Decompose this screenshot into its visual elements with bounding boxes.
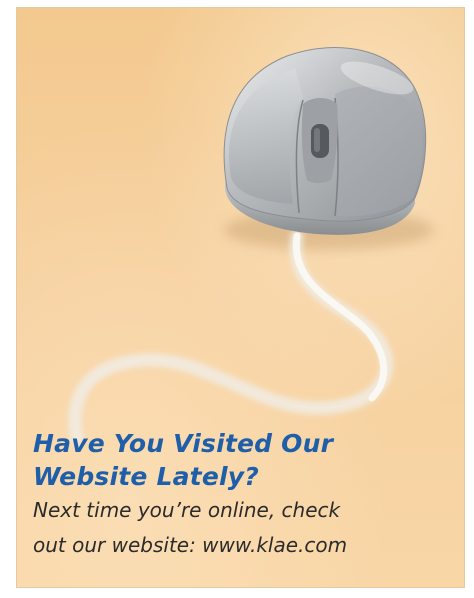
headline: Have You Visited Our Website Lately? bbox=[33, 427, 453, 493]
body-line-1: Next time you’re online, check bbox=[33, 498, 341, 522]
headline-line-2: Website Lately? bbox=[33, 462, 259, 491]
scroll-wheel-highlight bbox=[314, 128, 320, 152]
body-copy: Next time you’re online, check out our w… bbox=[33, 493, 458, 563]
mouse-right-button bbox=[335, 86, 423, 217]
body-line-2: out our website: www.klae.com bbox=[33, 533, 348, 557]
headline-line-1: Have You Visited Our bbox=[33, 429, 334, 458]
page: Have You Visited Our Website Lately? Nex… bbox=[0, 0, 474, 598]
mouse-cord-near bbox=[292, 232, 388, 402]
mouse-cord bbox=[68, 229, 394, 445]
website-advertisement: Have You Visited Our Website Lately? Nex… bbox=[16, 7, 465, 588]
